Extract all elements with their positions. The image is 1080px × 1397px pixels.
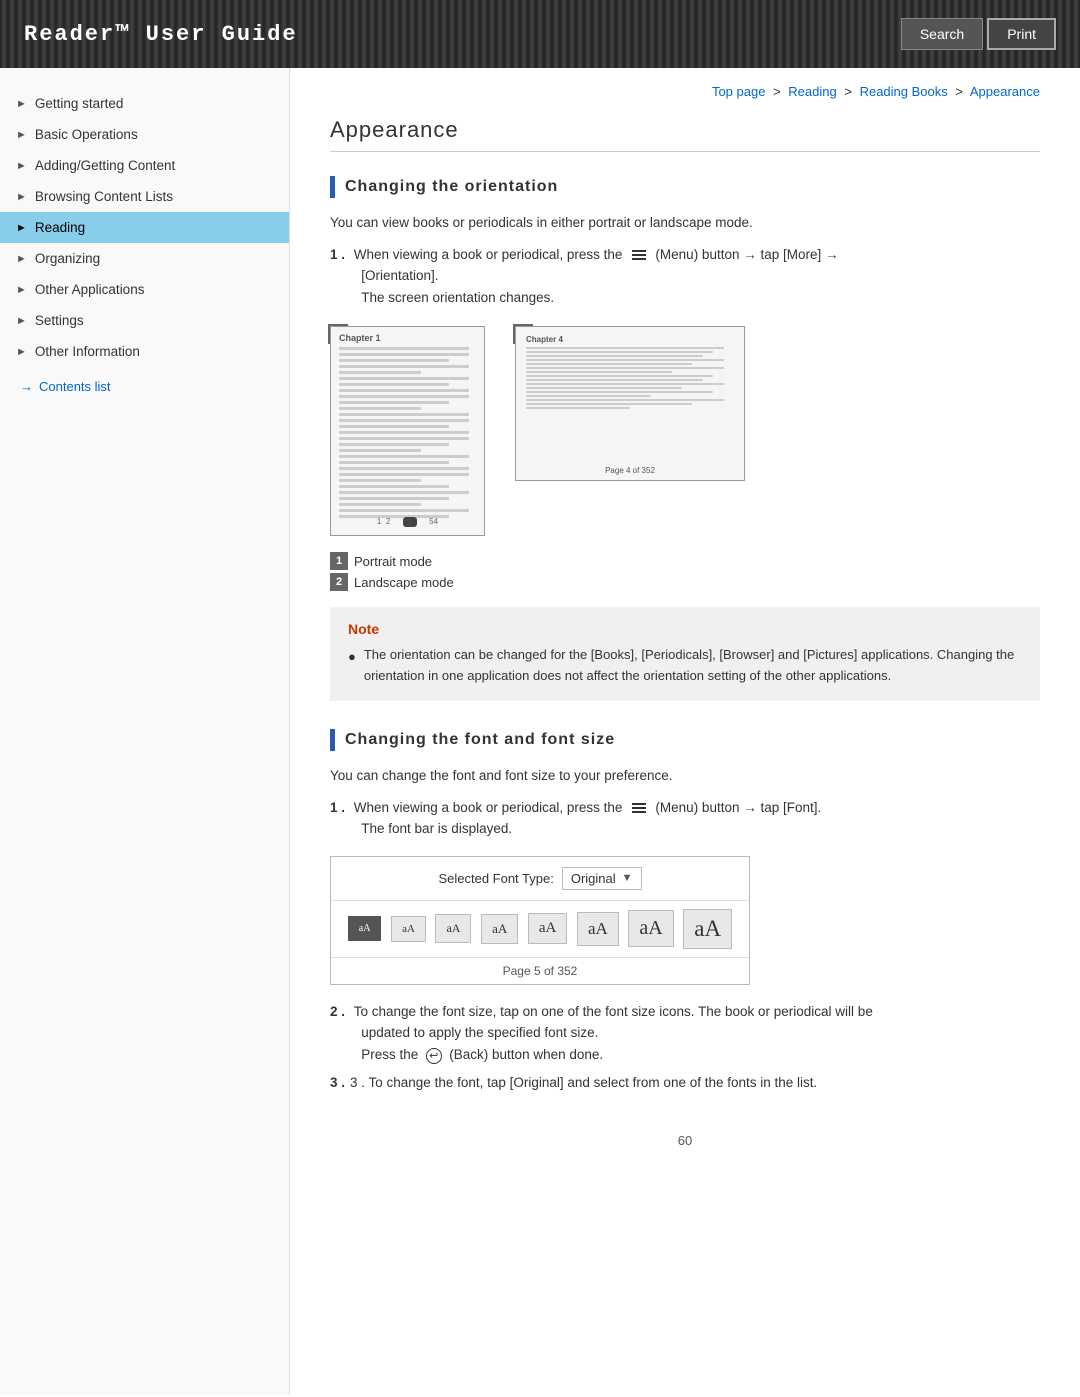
landscape-image-container: 2 Chapter 4 <box>515 326 745 481</box>
print-button[interactable]: Print <box>987 18 1056 50</box>
font-sizes-row: aA aA aA aA aA aA aA aA <box>331 901 749 957</box>
font-size-btn-7[interactable]: aA <box>628 910 673 947</box>
note-title: Note <box>348 621 1022 637</box>
header-buttons: Search Print <box>901 18 1056 50</box>
orientation-intro: You can view books or periodicals in eit… <box>330 212 1040 234</box>
sidebar-item-adding-content[interactable]: ► Adding/Getting Content <box>0 150 289 181</box>
breadcrumb-appearance[interactable]: Appearance <box>970 84 1040 99</box>
main-content: Top page > Reading > Reading Books > App… <box>290 68 1080 1395</box>
font-bar-select[interactable]: Original ▼ <box>562 867 642 890</box>
portrait-image-container: 1 Chapter 1 <box>330 326 485 536</box>
font-bar-header: Selected Font Type: Original ▼ <box>331 857 749 901</box>
page-title: Appearance <box>330 117 1040 152</box>
section-heading-font: Changing the font and font size <box>330 729 1040 751</box>
section-font: Changing the font and font size You can … <box>330 729 1040 1093</box>
font-bar-label: Selected Font Type: <box>438 871 553 886</box>
sidebar-item-other-information[interactable]: ► Other Information <box>0 336 289 367</box>
page-number: 60 <box>678 1133 692 1148</box>
arrow-icon: ► <box>16 315 27 327</box>
sidebar-item-reading[interactable]: ► Reading <box>0 212 289 243</box>
note-content: ● The orientation can be changed for the… <box>348 645 1022 687</box>
orientation-images: 1 Chapter 1 <box>330 326 1040 536</box>
sidebar-item-getting-started[interactable]: ► Getting started <box>0 88 289 119</box>
arrow-icon: ► <box>16 129 27 141</box>
contents-link[interactable]: → Contents list <box>0 367 289 402</box>
arrow-icon: ► <box>16 222 27 234</box>
font-size-btn-2[interactable]: aA <box>391 916 426 942</box>
menu-icon <box>630 247 652 262</box>
sidebar-item-organizing[interactable]: ► Organizing <box>0 243 289 274</box>
portrait-book: Chapter 1 <box>330 326 485 536</box>
font-bar-page: Page 5 of 352 <box>331 957 749 984</box>
section-orientation: Changing the orientation You can view bo… <box>330 176 1040 701</box>
breadcrumb-reading[interactable]: Reading <box>788 84 836 99</box>
contents-arrow-icon: → <box>20 379 33 394</box>
back-icon: ↩ <box>426 1048 442 1064</box>
breadcrumb-toppage[interactable]: Top page <box>712 84 766 99</box>
font-size-btn-4[interactable]: aA <box>481 914 518 944</box>
dropdown-arrow-icon: ▼ <box>622 872 633 884</box>
font-size-btn-8[interactable]: aA <box>683 909 732 949</box>
note-box-orientation: Note ● The orientation can be changed fo… <box>330 607 1040 701</box>
landscape-label: 2 Landscape mode <box>330 573 1040 591</box>
font-size-btn-1[interactable]: aA <box>348 916 382 941</box>
search-button[interactable]: Search <box>901 18 983 50</box>
step-1-orientation: 1 . When viewing a book or periodical, p… <box>330 244 1040 309</box>
font-size-btn-3[interactable]: aA <box>435 914 471 943</box>
step-2-font: 2 . To change the font size, tap on one … <box>330 1001 1040 1066</box>
font-size-btn-6[interactable]: aA <box>577 912 619 946</box>
arrow-icon: ► <box>16 98 27 110</box>
sidebar-item-browsing-content[interactable]: ► Browsing Content Lists <box>0 181 289 212</box>
landscape-book: Chapter 4 <box>515 326 745 481</box>
sidebar-item-settings[interactable]: ► Settings <box>0 305 289 336</box>
step-3-font: 3 . 3 . To change the font, tap [Origina… <box>330 1072 1040 1094</box>
portrait-label: 1 Portrait mode <box>330 552 1040 570</box>
arrow-icon: ► <box>16 346 27 358</box>
font-bar: Selected Font Type: Original ▼ aA aA aA … <box>330 856 750 985</box>
section-bar-icon <box>330 729 335 751</box>
arrow-icon: ► <box>16 284 27 296</box>
section-heading-orientation: Changing the orientation <box>330 176 1040 198</box>
breadcrumb-reading-books[interactable]: Reading Books <box>860 84 948 99</box>
portrait-footer: 1 2 54 <box>331 517 484 527</box>
sidebar-item-basic-operations[interactable]: ► Basic Operations <box>0 119 289 150</box>
arrow-icon: ► <box>16 191 27 203</box>
font-intro: You can change the font and font size to… <box>330 765 1040 787</box>
sidebar: ► Getting started ► Basic Operations ► A… <box>0 68 290 1395</box>
page-layout: ► Getting started ► Basic Operations ► A… <box>0 68 1080 1395</box>
arrow-icon: ► <box>16 160 27 172</box>
section-bar-icon <box>330 176 335 198</box>
sidebar-item-other-applications[interactable]: ► Other Applications <box>0 274 289 305</box>
app-title: Reader™ User Guide <box>24 22 298 47</box>
header: Reader™ User Guide Search Print <box>0 0 1080 68</box>
menu-icon-font <box>630 800 652 815</box>
step-1-font: 1 . When viewing a book or periodical, p… <box>330 797 1040 840</box>
arrow-icon: ► <box>16 253 27 265</box>
font-size-btn-5[interactable]: aA <box>528 913 568 944</box>
page-footer: 60 <box>330 1113 1040 1168</box>
breadcrumb: Top page > Reading > Reading Books > App… <box>330 84 1040 99</box>
mode-labels: 1 Portrait mode 2 Landscape mode <box>330 552 1040 591</box>
